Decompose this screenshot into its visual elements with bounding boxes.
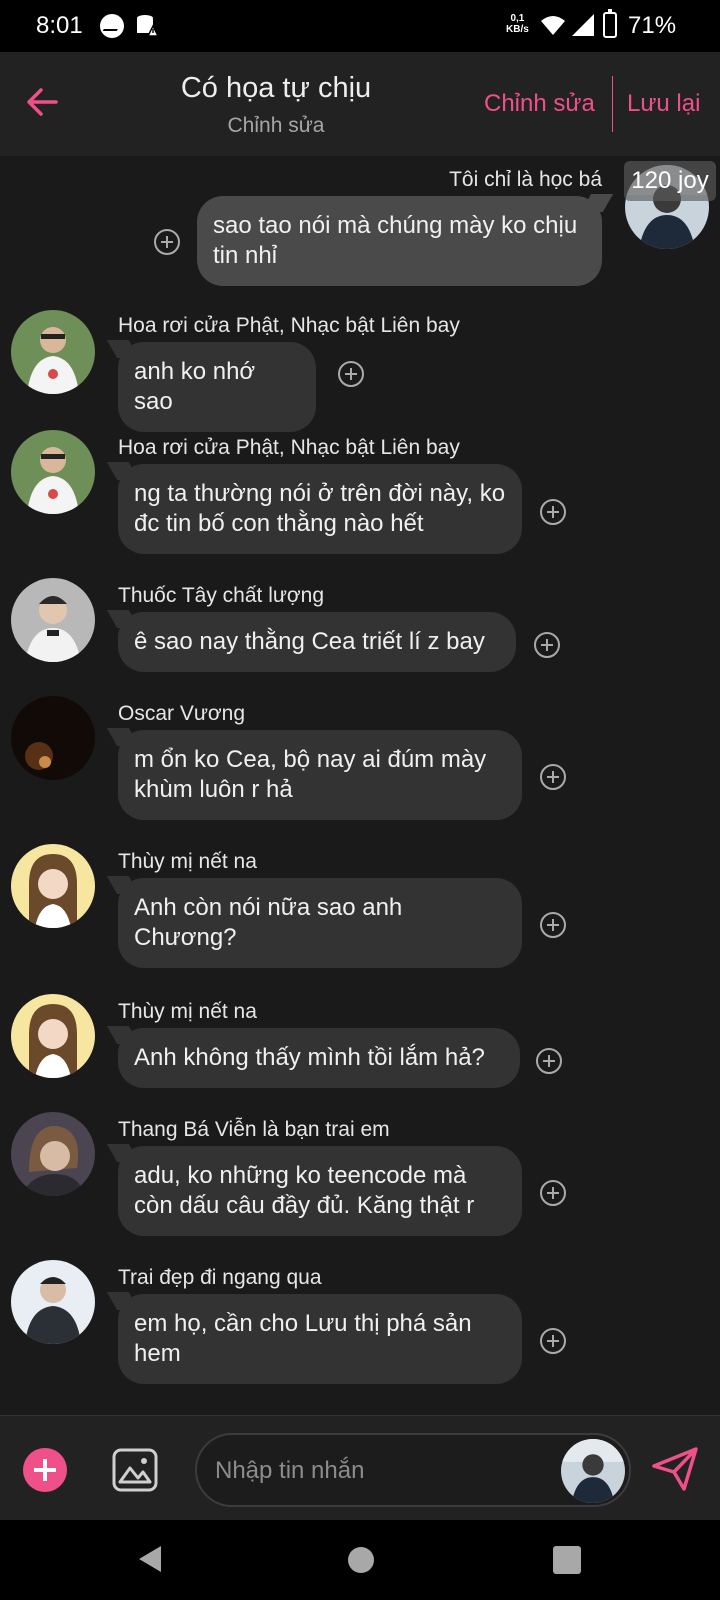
network-speed-value: 0,1 bbox=[510, 13, 525, 24]
message-bubble[interactable]: ng ta thường nói ở trên đời này, ko đc t… bbox=[118, 464, 522, 554]
battery-percent: 71% bbox=[628, 12, 677, 39]
message-bubble[interactable]: anh ko nhớ sao bbox=[118, 342, 316, 432]
avatar[interactable] bbox=[11, 430, 95, 514]
avatar[interactable] bbox=[11, 844, 95, 928]
sender-name: Thùy mị nết na bbox=[118, 1000, 257, 1023]
conversation-subtitle: Chỉnh sửa bbox=[227, 114, 325, 137]
chat-message: Oscar Vương m ổn ko Cea, bộ nay ai đúm m… bbox=[0, 692, 720, 822]
chat-message: Thùy mị nết na Anh còn nói nữa sao anh C… bbox=[0, 840, 720, 970]
add-reaction-icon[interactable] bbox=[534, 632, 560, 658]
wifi-icon bbox=[541, 16, 565, 35]
message-bubble[interactable]: m ổn ko Cea, bộ nay ai đúm mày khùm luôn… bbox=[118, 730, 522, 820]
network-speed-unit: KB/s bbox=[506, 24, 529, 35]
sender-name: Hoa rơi cửa Phật, Nhạc bật Liên bay bbox=[118, 314, 460, 337]
avatar[interactable] bbox=[11, 310, 95, 394]
sender-name: Thùy mị nết na bbox=[118, 850, 257, 873]
add-reaction-icon[interactable] bbox=[540, 1328, 566, 1354]
add-reaction-icon[interactable] bbox=[338, 361, 364, 387]
add-reaction-icon[interactable] bbox=[540, 912, 566, 938]
avatar[interactable] bbox=[11, 578, 95, 662]
add-button[interactable] bbox=[23, 1448, 67, 1492]
sender-name: Oscar Vương bbox=[118, 702, 246, 725]
avatar[interactable] bbox=[11, 994, 95, 1078]
header-divider bbox=[612, 76, 613, 132]
save-button[interactable]: Lưu lại bbox=[627, 90, 700, 118]
message-bubble[interactable]: Anh còn nói nữa sao anh Chương? bbox=[118, 878, 522, 968]
signal-icon bbox=[572, 14, 594, 36]
add-reaction-icon[interactable] bbox=[540, 499, 566, 525]
edit-button[interactable]: Chỉnh sửa bbox=[484, 90, 595, 118]
chat-message: Trai đẹp đi ngang qua em họ, cần cho Lưu… bbox=[0, 1256, 720, 1386]
avatar[interactable] bbox=[11, 1112, 95, 1196]
add-reaction-icon[interactable] bbox=[540, 764, 566, 790]
chat-area[interactable]: Tôi chỉ là học bá sao tao nói mà chúng m… bbox=[0, 156, 720, 1415]
joy-badge: 120 joy bbox=[624, 161, 716, 201]
nav-home-icon[interactable] bbox=[348, 1547, 374, 1573]
add-reaction-icon[interactable] bbox=[540, 1180, 566, 1206]
battery-charging-icon bbox=[603, 9, 617, 38]
status-time: 8:01 bbox=[36, 12, 83, 39]
system-nav-bar bbox=[0, 1520, 720, 1600]
sender-name: Thuốc Tây chất lượng bbox=[118, 584, 325, 607]
nav-back-icon[interactable] bbox=[137, 1544, 163, 1574]
messenger-icon bbox=[100, 14, 124, 38]
chat-message: Hoa rơi cửa Phật, Nhạc bật Liên bay ng t… bbox=[0, 426, 720, 556]
message-bubble[interactable]: adu, ko những ko teencode mà còn dấu câu… bbox=[118, 1146, 522, 1236]
data-warning-icon bbox=[137, 15, 158, 37]
message-bubble[interactable]: sao tao nói mà chúng mày ko chịu tin nhỉ bbox=[197, 196, 602, 286]
sender-avatar[interactable] bbox=[561, 1439, 625, 1503]
conversation-title: Có họa tự chịu bbox=[180, 72, 372, 104]
message-bubble[interactable]: em họ, cần cho Lưu thị phá sản hem bbox=[118, 1294, 522, 1384]
network-speed: 0,1 KB/s bbox=[506, 13, 529, 35]
nav-recents-icon[interactable] bbox=[553, 1546, 581, 1574]
message-bubble[interactable]: Anh không thấy mình tồi lắm hả? bbox=[118, 1028, 520, 1088]
chat-message: Thùy mị nết na Anh không thấy mình tồi l… bbox=[0, 990, 720, 1090]
send-icon[interactable] bbox=[650, 1446, 700, 1492]
add-reaction-icon[interactable] bbox=[154, 229, 180, 255]
add-reaction-icon[interactable] bbox=[536, 1048, 562, 1074]
image-icon[interactable] bbox=[112, 1448, 158, 1492]
app-header: Có họa tự chịu Chỉnh sửa Chỉnh sửa Lưu l… bbox=[0, 52, 720, 156]
status-bar: 8:01 0,1 KB/s 71% bbox=[0, 0, 720, 52]
message-input[interactable]: Nhập tin nhắn bbox=[195, 1433, 631, 1507]
sender-name: Tôi chỉ là học bá bbox=[449, 168, 602, 191]
message-placeholder: Nhập tin nhắn bbox=[215, 1457, 365, 1484]
sender-name: Thang Bá Viễn là bạn trai em bbox=[118, 1118, 390, 1141]
avatar[interactable] bbox=[11, 696, 95, 780]
avatar[interactable] bbox=[11, 1260, 95, 1344]
own-message: Tôi chỉ là học bá sao tao nói mà chúng m… bbox=[0, 156, 720, 296]
chat-message: Hoa rơi cửa Phật, Nhạc bật Liên bay anh … bbox=[0, 306, 720, 432]
sender-name: Trai đẹp đi ngang qua bbox=[118, 1266, 322, 1289]
message-composer: Nhập tin nhắn bbox=[0, 1415, 720, 1520]
chat-message: Thang Bá Viễn là bạn trai em adu, ko nhữ… bbox=[0, 1108, 720, 1238]
sender-name: Hoa rơi cửa Phật, Nhạc bật Liên bay bbox=[118, 436, 460, 459]
chat-message: Thuốc Tây chất lượng ê sao nay thằng Cea… bbox=[0, 574, 720, 674]
message-bubble[interactable]: ê sao nay thằng Cea triết lí z bay bbox=[118, 612, 516, 672]
back-arrow-icon[interactable] bbox=[22, 82, 62, 122]
